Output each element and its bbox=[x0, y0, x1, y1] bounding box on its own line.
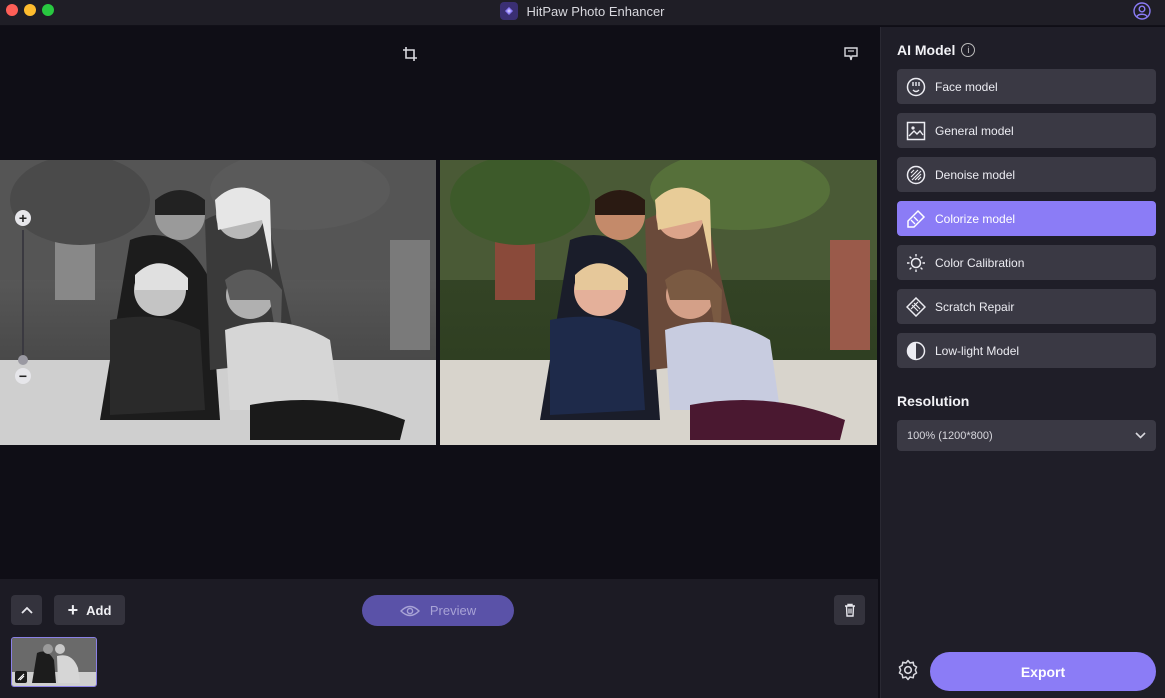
ai-model-heading: AI Model i bbox=[897, 42, 976, 58]
face-icon bbox=[906, 77, 926, 96]
image-thumbnail[interactable] bbox=[11, 637, 97, 687]
model-color-calibration-button[interactable]: Color Calibration bbox=[897, 245, 1156, 280]
title-bar: HitPaw Photo Enhancer bbox=[0, 0, 1165, 26]
colorize-badge-icon bbox=[15, 671, 27, 683]
model-label: Color Calibration bbox=[935, 255, 1025, 270]
eye-icon bbox=[399, 605, 420, 616]
model-low-light-button[interactable]: Low-light Model bbox=[897, 333, 1156, 368]
zoom-slider-track[interactable] bbox=[22, 230, 24, 362]
image-canvas: + − bbox=[0, 27, 878, 579]
model-label: Denoise model bbox=[935, 167, 1016, 182]
zoom-slider-thumb[interactable] bbox=[18, 355, 28, 365]
chevron-down-icon bbox=[1135, 432, 1146, 439]
zoom-out-icon[interactable]: − bbox=[15, 368, 31, 384]
ai-model-title: AI Model bbox=[897, 42, 956, 58]
model-label: Colorize model bbox=[935, 211, 1016, 226]
resolution-value: 100% (1200*800) bbox=[907, 429, 993, 442]
app-title: HitPaw Photo Enhancer bbox=[526, 3, 665, 19]
resolution-heading: Resolution bbox=[897, 393, 969, 409]
model-label: Low-light Model bbox=[935, 343, 1020, 358]
account-icon[interactable] bbox=[1133, 2, 1151, 20]
model-label: Face model bbox=[935, 79, 998, 94]
model-face-button[interactable]: Face model bbox=[897, 69, 1156, 104]
settings-panel: AI Model i Face model General model Deno… bbox=[880, 27, 1165, 698]
preview-button[interactable]: Preview bbox=[362, 595, 514, 626]
enhanced-photo bbox=[440, 160, 877, 445]
model-colorize-button[interactable]: Colorize model bbox=[897, 201, 1156, 236]
image-icon bbox=[906, 121, 926, 140]
plus-icon: + bbox=[67, 600, 79, 620]
feedback-icon[interactable] bbox=[843, 46, 859, 62]
preview-button-label: Preview bbox=[429, 603, 477, 618]
model-denoise-button[interactable]: Denoise model bbox=[897, 157, 1156, 192]
denoise-icon bbox=[906, 165, 926, 184]
zoom-control: + − bbox=[14, 210, 32, 385]
chevron-up-icon bbox=[20, 606, 33, 614]
scratch-icon bbox=[906, 296, 926, 317]
colorize-icon bbox=[907, 209, 926, 228]
add-button[interactable]: + Add bbox=[54, 595, 125, 625]
trash-icon bbox=[844, 603, 855, 617]
model-label: Scratch Repair bbox=[935, 299, 1015, 314]
model-label: General model bbox=[935, 123, 1014, 138]
original-photo bbox=[0, 160, 436, 445]
model-scratch-repair-button[interactable]: Scratch Repair bbox=[897, 289, 1156, 324]
delete-button[interactable] bbox=[834, 595, 865, 625]
info-icon[interactable]: i bbox=[961, 43, 976, 57]
app-logo-icon bbox=[500, 2, 519, 20]
collapse-button[interactable] bbox=[11, 595, 42, 625]
bottom-toolbar: + Add Preview bbox=[0, 579, 878, 698]
zoom-in-icon[interactable]: + bbox=[15, 210, 31, 226]
gear-icon[interactable] bbox=[897, 659, 919, 681]
model-general-button[interactable]: General model bbox=[897, 113, 1156, 148]
resolution-title: Resolution bbox=[897, 393, 970, 409]
resolution-select[interactable]: 100% (1200*800) bbox=[897, 420, 1156, 451]
add-button-label: Add bbox=[86, 602, 112, 618]
export-button[interactable]: Export bbox=[930, 652, 1156, 691]
low-light-icon bbox=[906, 341, 926, 360]
app-title-group: HitPaw Photo Enhancer bbox=[0, 0, 1165, 22]
crop-icon[interactable] bbox=[402, 46, 418, 62]
sun-icon bbox=[907, 253, 925, 272]
